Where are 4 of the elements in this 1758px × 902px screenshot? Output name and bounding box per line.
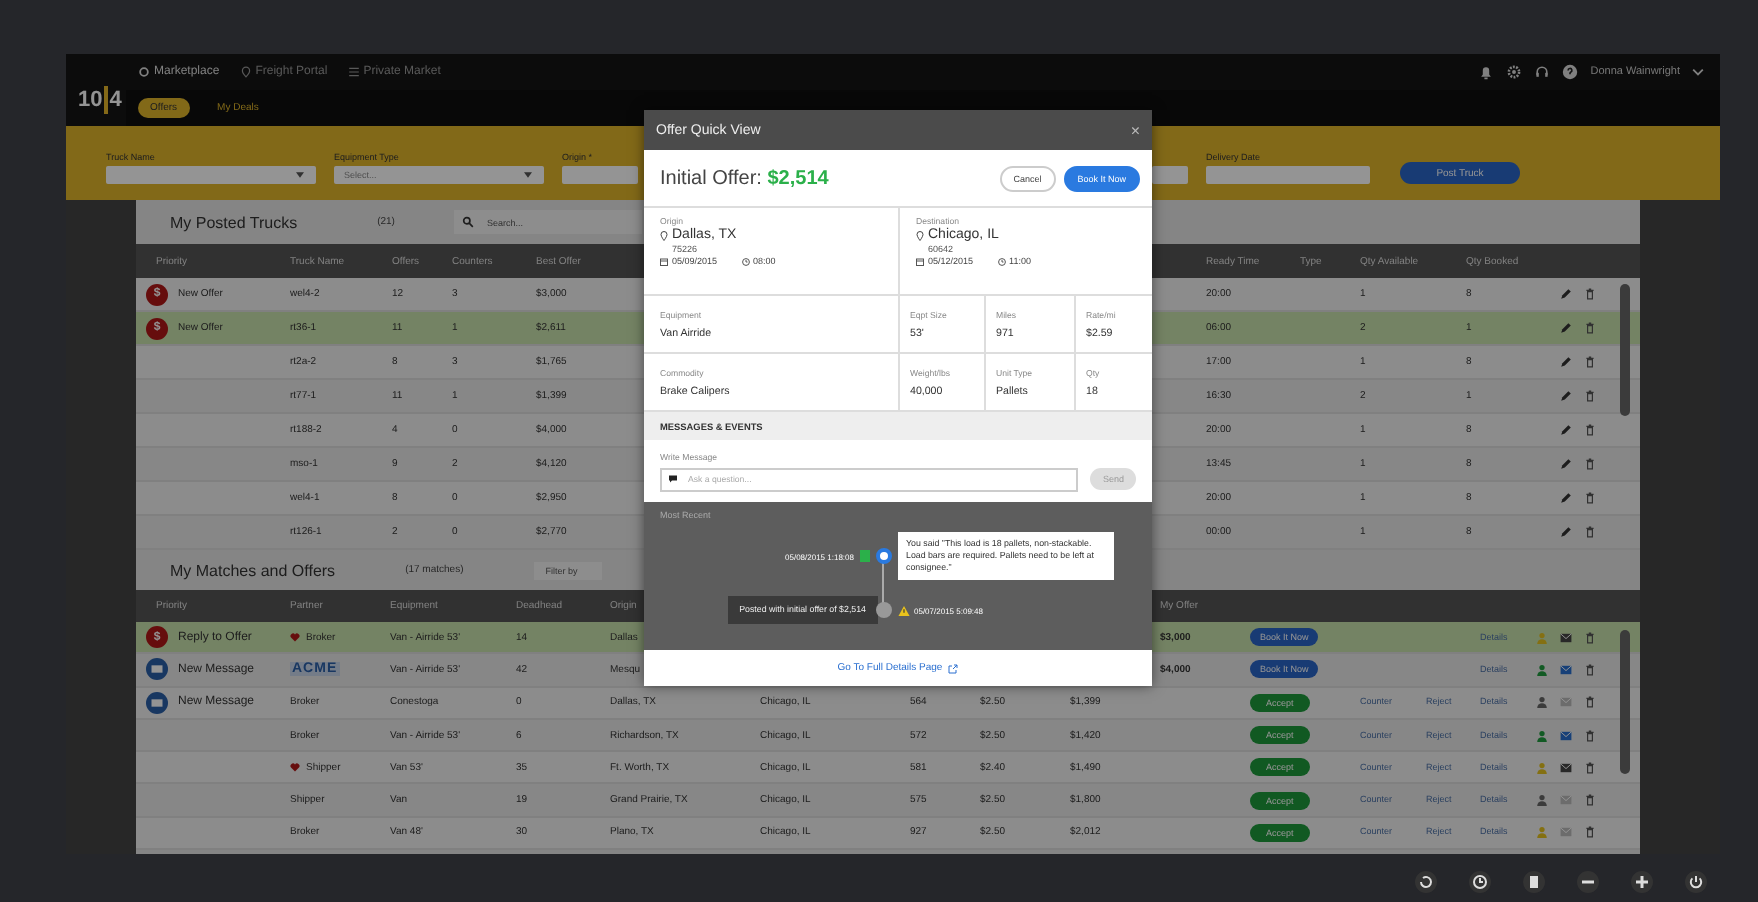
section-title: My Posted Trucks <box>170 213 298 231</box>
offer-heading: Initial Offer: $2,514 <box>660 167 829 189</box>
section-title: My Matches and Offers <box>170 561 336 579</box>
logo: 10 4 <box>76 84 124 118</box>
